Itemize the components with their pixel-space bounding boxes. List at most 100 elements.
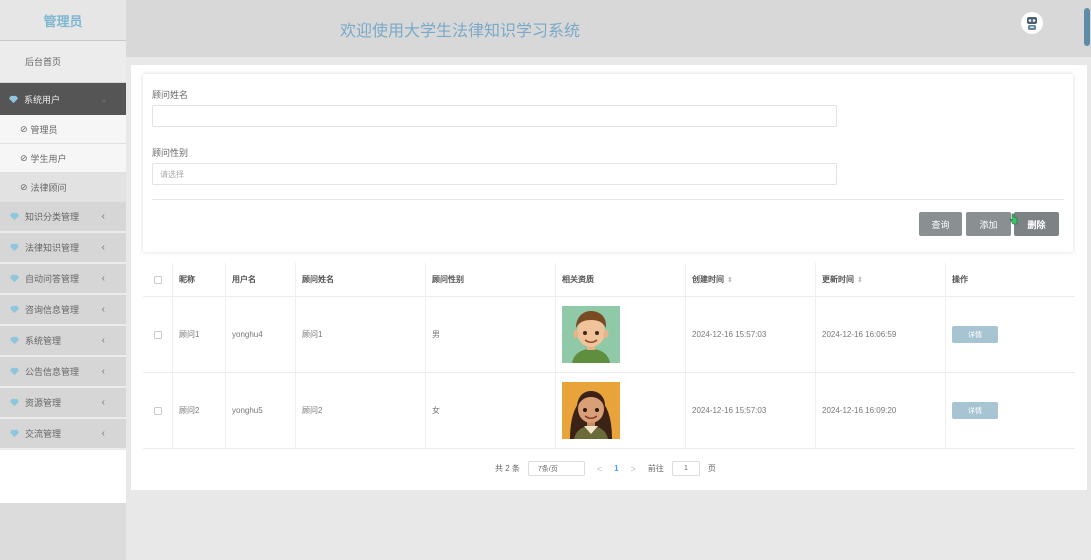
top-header: 欢迎使用大学生法律知识学习系统 [126,0,1091,57]
table-header-row: 昵称 用户名 顾问姓名 顾问性别 相关资质 创建时间 ⇕ 更新时间 ⇕ 操作 [143,263,1075,297]
sidebar-subitem-students[interactable]: ⊘ 学生用户 [0,144,126,173]
row-checkbox[interactable] [153,330,162,339]
gem-icon [10,336,19,345]
cell-qualification [556,297,686,372]
header-gender: 顾问性别 [426,263,556,296]
sidebar-item-resource[interactable]: 资源管理 ‹ [0,388,126,419]
cell-created: 2024-12-16 15:57:03 [686,373,816,448]
chevron-left-icon: ‹ [101,397,105,408]
header-updated[interactable]: 更新时间 ⇕ [816,263,946,296]
cell-updated: 2024-12-16 16:06:59 [816,297,946,372]
pager-total: 共 2 条 [495,464,520,473]
row-checkbox[interactable] [153,406,162,415]
sidebar-spacer [0,450,126,503]
page-size-select[interactable]: 7条/页 [527,461,585,476]
cell-action: 详情 [946,297,1075,372]
gem-icon [10,274,19,283]
chevron-left-icon: ‹ [101,273,105,284]
robot-avatar-icon[interactable] [1021,12,1043,34]
gem-icon [10,243,19,252]
header-username: 用户名 [226,263,296,296]
next-page-button[interactable]: > [631,464,636,474]
sidebar-item-consult[interactable]: 咨询信息管理 ‹ [0,295,126,326]
name-label: 顾问姓名 [152,90,189,100]
chevron-left-icon: ‹ [101,304,105,315]
sidebar-item-label: 系统管理 [25,336,62,346]
cell-action: 详情 [946,373,1075,448]
page-suffix: 页 [707,464,716,473]
sidebar-item-notice[interactable]: 公告信息管理 ‹ [0,357,126,388]
pagination: 共 2 条 7条/页 < 1 > 前往 1 页 [495,461,716,476]
goto-page-input[interactable]: 1 [671,461,700,476]
chevron-left-icon: ‹ [101,335,105,346]
current-page[interactable]: 1 [614,464,618,473]
cell-qualification [556,373,686,448]
prev-page-button[interactable]: < [597,464,602,474]
row-select-cell [143,297,173,372]
sidebar-item-label: 咨询信息管理 [25,305,80,315]
female-avatar-image[interactable] [562,382,620,439]
header-updated-label: 更新时间 [822,275,854,284]
cell-username: yonghu5 [226,373,296,448]
detail-button[interactable]: 详情 [952,402,998,419]
header-nickname: 昵称 [173,263,226,296]
main-panel: 顾问姓名 顾问性别 请选择 查询 添加 删除 昵称 用户名 顾问姓名 顾问性别 … [131,65,1087,490]
cell-nickname: 顾问1 [173,297,226,372]
circle-check-icon: ⊘ [20,152,28,163]
goto-label: 前往 [647,464,664,473]
sidebar-item-legal-knowledge[interactable]: 法律知识管理 ‹ [0,233,126,264]
query-button[interactable]: 查询 [919,212,962,236]
cell-advisor-name: 顾问2 [296,373,426,448]
thermometer-icon [1084,8,1090,46]
delete-button-label: 删除 [1027,219,1046,230]
cell-updated: 2024-12-16 16:09:20 [816,373,946,448]
sidebar-subitem-label: 学生用户 [30,153,67,164]
gem-icon [9,95,18,104]
cell-nickname: 顾问2 [173,373,226,448]
header-qualification: 相关资质 [556,263,686,296]
sidebar-item-label: 公告信息管理 [25,367,80,377]
sidebar-item-home[interactable]: 后台首页 [0,41,126,83]
sidebar-subitem-advisors[interactable]: ⊘ 法律顾问 [0,173,126,202]
gem-icon [10,367,19,376]
gender-select[interactable]: 请选择 [152,163,837,185]
sidebar-item-label: 知识分类管理 [25,212,80,222]
advisor-table: 昵称 用户名 顾问姓名 顾问性别 相关资质 创建时间 ⇕ 更新时间 ⇕ 操作 顾问1… [143,263,1075,449]
row-select-cell [143,373,173,448]
header-created[interactable]: 创建时间 ⇕ [686,263,816,296]
sidebar-subitem-label: 管理员 [30,124,58,135]
sidebar-item-label: 法律知识管理 [25,243,80,253]
cell-username: yonghu4 [226,297,296,372]
cell-created: 2024-12-16 15:57:03 [686,297,816,372]
gender-label: 顾问性别 [152,148,189,158]
sort-icon[interactable]: ⇕ [857,276,863,284]
select-all-cell [143,263,173,296]
header-advisor-name: 顾问姓名 [296,263,426,296]
form-divider [152,199,1064,200]
table-row: 顾问1 yonghu4 顾问1 男 2024-12-16 15:57:03 20… [143,297,1075,373]
detail-button[interactable]: 详情 [952,326,998,343]
delete-button[interactable]: 删除 [1009,212,1059,236]
sidebar: 管理员 后台首页 系统用户 ⌄ ⊘ 管理员 ⊘ 学生用户 ⊘ 法律顾问 知识分类… [0,0,126,560]
sidebar-item-system-users[interactable]: 系统用户 ⌄ [0,83,126,115]
sidebar-item-label: 交流管理 [25,429,62,439]
header-action: 操作 [952,275,968,284]
add-button[interactable]: 添加 [966,212,1011,236]
select-all-checkbox[interactable] [153,275,162,284]
page-title: 欢迎使用大学生法律知识学习系统 [340,23,581,40]
chevron-left-icon: ‹ [101,211,105,222]
sort-icon[interactable]: ⇕ [727,276,733,284]
hand-cursor-icon [1009,213,1018,225]
sidebar-item-knowledge-category[interactable]: 知识分类管理 ‹ [0,202,126,233]
sidebar-item-system[interactable]: 系统管理 ‹ [0,326,126,357]
name-input[interactable] [152,105,837,127]
sidebar-item-exchange[interactable]: 交流管理 ‹ [0,419,126,450]
gem-icon [10,305,19,314]
chevron-left-icon: ‹ [101,428,105,439]
sidebar-item-label: 系统用户 [24,94,61,105]
sidebar-item-auto-qa[interactable]: 自动问答管理 ‹ [0,264,126,295]
sidebar-item-label: 自动问答管理 [25,274,80,284]
sidebar-subitem-admin[interactable]: ⊘ 管理员 [0,115,126,144]
sidebar-subitem-label: 法律顾问 [30,182,67,193]
male-avatar-image[interactable] [562,306,620,363]
